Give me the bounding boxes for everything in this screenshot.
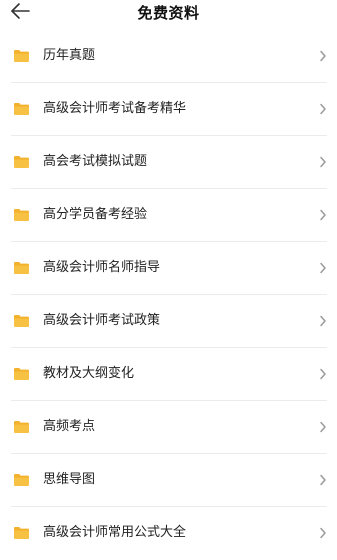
resource-list: 历年真题 高级会计师考试备考精华 高会考试模拟试题 高分学员备考经验 高级会计师… xyxy=(0,30,337,560)
list-item[interactable]: 高级会计师考试备考精华 xyxy=(11,83,327,136)
folder-icon xyxy=(14,474,29,486)
list-item-label: 思维导图 xyxy=(43,472,96,487)
list-item[interactable]: 高级会计师考试政策 xyxy=(11,295,327,348)
chevron-right-icon xyxy=(320,103,326,115)
chevron-right-icon xyxy=(320,315,326,327)
list-item[interactable]: 高级会计师名师指导 xyxy=(11,242,327,295)
list-item-label: 高会考试模拟试题 xyxy=(43,154,148,169)
chevron-right-icon xyxy=(320,368,326,380)
chevron-right-icon xyxy=(320,527,326,539)
list-item-label: 高级会计师考试备考精华 xyxy=(43,101,187,116)
list-item[interactable]: 教材及大纲变化 xyxy=(11,348,327,401)
list-item-label: 高级会计师名师指导 xyxy=(43,260,161,275)
folder-icon xyxy=(14,368,29,380)
list-item[interactable]: 高频考点 xyxy=(11,401,327,454)
folder-icon xyxy=(14,527,29,539)
chevron-right-icon xyxy=(320,474,326,486)
folder-icon xyxy=(14,209,29,221)
chevron-right-icon xyxy=(320,50,326,62)
folder-icon xyxy=(14,262,29,274)
list-item[interactable]: 历年真题 xyxy=(11,30,327,83)
header-bar: 免费资料 xyxy=(0,0,337,26)
list-item[interactable]: 高会考试模拟试题 xyxy=(11,136,327,189)
folder-icon xyxy=(14,421,29,433)
page-title: 免费资料 xyxy=(137,4,200,22)
list-item-label: 教材及大纲变化 xyxy=(43,366,135,381)
chevron-right-icon xyxy=(320,156,326,168)
chevron-right-icon xyxy=(320,209,326,221)
list-item-label: 高级会计师考试政策 xyxy=(43,313,161,328)
list-item-label: 高分学员备考经验 xyxy=(43,207,148,222)
folder-icon xyxy=(14,315,29,327)
list-item-label: 历年真题 xyxy=(43,48,96,63)
chevron-right-icon xyxy=(320,421,326,433)
list-item[interactable]: 高分学员备考经验 xyxy=(11,189,327,242)
list-item[interactable]: 思维导图 xyxy=(11,454,327,507)
list-item-label: 高级会计师常用公式大全 xyxy=(43,525,187,540)
chevron-right-icon xyxy=(320,262,326,274)
folder-icon xyxy=(14,50,29,62)
list-item[interactable]: 高级会计师常用公式大全 xyxy=(11,507,327,560)
list-item-label: 高频考点 xyxy=(43,419,96,434)
folder-icon xyxy=(14,103,29,115)
folder-icon xyxy=(14,156,29,168)
